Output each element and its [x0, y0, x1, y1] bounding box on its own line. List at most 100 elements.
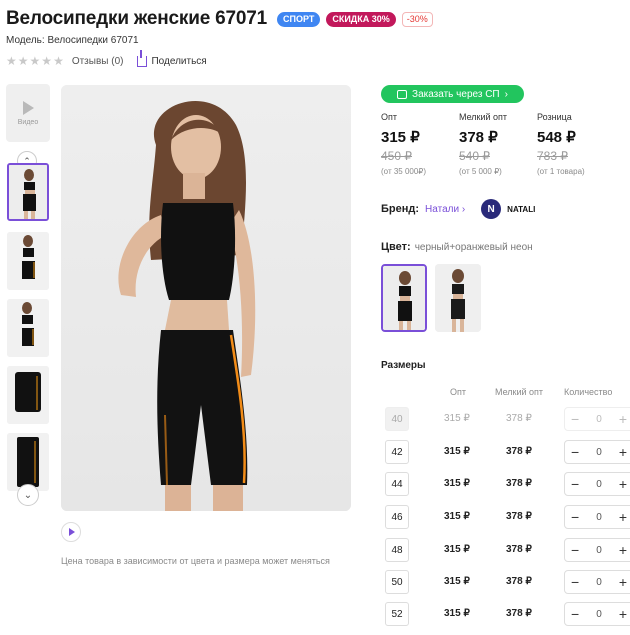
- quantity-stepper[interactable]: − 0 +: [564, 538, 630, 562]
- plus-icon[interactable]: +: [619, 542, 627, 558]
- price-small-opt: 378 ₽: [506, 413, 532, 424]
- chevron-down-icon[interactable]: ⌄: [17, 484, 39, 506]
- price-opt: 315 ₽: [444, 511, 470, 522]
- price-old: 450 ₽: [381, 149, 412, 163]
- color-row: Цвет: черный+оранжевый неон: [381, 241, 533, 253]
- main-product-photo[interactable]: [61, 85, 351, 511]
- size-button[interactable]: 48: [385, 538, 409, 562]
- plus-icon[interactable]: +: [619, 574, 627, 590]
- share-button[interactable]: Поделиться: [137, 49, 207, 67]
- price-condition: (от 5 000 ₽): [459, 167, 502, 176]
- size-row: 44 315 ₽ 378 ₽ − 0 +: [385, 472, 630, 496]
- play-video-button[interactable]: [61, 522, 81, 542]
- price-opt: 315 ₽: [444, 576, 470, 587]
- plus-icon[interactable]: +: [619, 509, 627, 525]
- play-icon: [22, 100, 34, 115]
- price-opt: 315 ₽: [444, 446, 470, 457]
- minus-icon[interactable]: −: [571, 509, 579, 525]
- swatch-image: [435, 264, 481, 332]
- minus-icon[interactable]: −: [571, 574, 579, 590]
- plus-icon[interactable]: +: [619, 444, 627, 460]
- brand-value: Натали: [425, 203, 460, 215]
- size-row: 42 315 ₽ 378 ₽ − 0 +: [385, 440, 630, 464]
- size-button[interactable]: 50: [385, 570, 409, 594]
- chevron-right-icon: ›: [504, 88, 508, 100]
- thumbnail-1[interactable]: [7, 163, 49, 221]
- brand-logo[interactable]: N: [481, 199, 502, 219]
- thumbnail-strip: Видео: [6, 84, 50, 142]
- price-label: Мелкий опт: [459, 112, 508, 122]
- plus-icon[interactable]: +: [619, 476, 627, 492]
- quantity-stepper[interactable]: − 0 +: [564, 602, 630, 626]
- order-via-sp-button[interactable]: Заказать через СП ›: [381, 85, 524, 103]
- color-swatch-1[interactable]: [381, 264, 427, 332]
- price-small-opt: 378 ₽: [506, 478, 532, 489]
- minus-icon[interactable]: −: [571, 542, 579, 558]
- rating-stars[interactable]: ★ ★ ★ ★ ★: [6, 55, 64, 67]
- minus-icon[interactable]: −: [571, 476, 579, 492]
- brand-label: Бренд:: [381, 203, 420, 215]
- price-current: 548 ₽: [537, 129, 576, 146]
- size-button[interactable]: 52: [385, 602, 409, 626]
- star-icon: ★: [6, 54, 17, 68]
- thumbnail-4[interactable]: [7, 366, 49, 424]
- price-small-opt: 378 ₽: [506, 446, 532, 457]
- title-row: Велосипедки женские 67071 СПОРТ СКИДКА 3…: [6, 8, 433, 30]
- size-row: 52 315 ₽ 378 ₽ − 0 +: [385, 602, 630, 626]
- header-quantity: Количество: [564, 387, 613, 397]
- quantity-stepper[interactable]: − 0 +: [564, 440, 630, 464]
- brand-link[interactable]: Натали ›: [425, 204, 465, 215]
- size-button[interactable]: 40: [385, 407, 409, 431]
- quantity-stepper[interactable]: − 0 +: [564, 472, 630, 496]
- sport-badge[interactable]: СПОРТ: [276, 11, 321, 27]
- minus-icon[interactable]: −: [571, 444, 579, 460]
- size-button[interactable]: 44: [385, 472, 409, 496]
- sizes-title: Размеры: [381, 360, 426, 371]
- price-note: Цена товара в зависимости от цвета и раз…: [61, 556, 330, 566]
- star-icon: ★: [17, 54, 29, 68]
- model-photo: [61, 85, 351, 511]
- star-icon: ★: [29, 54, 41, 68]
- quantity-value[interactable]: 0: [596, 545, 602, 556]
- cart-icon: [397, 89, 408, 99]
- thumbnail-2[interactable]: [7, 232, 49, 290]
- sale-badge[interactable]: СКИДКА 30%: [326, 11, 396, 27]
- video-thumbnail[interactable]: Видео: [6, 84, 50, 142]
- price-label: Опт: [381, 112, 397, 122]
- thumbnail-5[interactable]: [7, 433, 49, 491]
- quantity-stepper[interactable]: − 0 +: [564, 505, 630, 529]
- size-button[interactable]: 42: [385, 440, 409, 464]
- minus-icon[interactable]: −: [571, 606, 579, 622]
- quantity-value[interactable]: 0: [596, 609, 602, 620]
- share-label: Поделиться: [151, 55, 207, 67]
- quantity-value[interactable]: 0: [596, 512, 602, 523]
- reviews-link[interactable]: Отзывы (0): [72, 56, 124, 67]
- price-condition: (от 1 товара): [537, 167, 585, 176]
- star-icon: ★: [41, 54, 53, 68]
- quantity-value[interactable]: 0: [596, 447, 602, 458]
- quantity-stepper[interactable]: − 0 +: [564, 407, 630, 431]
- quantity-value[interactable]: 0: [596, 414, 602, 425]
- minus-icon[interactable]: −: [571, 411, 579, 427]
- video-label: Видео: [17, 118, 39, 126]
- thumbnail-image: [7, 433, 49, 491]
- order-button-label: Заказать через СП: [412, 88, 500, 100]
- thumbnail-3[interactable]: [7, 299, 49, 357]
- quantity-value[interactable]: 0: [596, 479, 602, 490]
- quantity-value[interactable]: 0: [596, 577, 602, 588]
- price-current: 315 ₽: [381, 129, 420, 146]
- price-columns: Опт 315 ₽ 450 ₽ (от 35 000₽) Мелкий опт …: [381, 112, 615, 176]
- quantity-stepper[interactable]: − 0 +: [564, 570, 630, 594]
- color-value: черный+оранжевый неон: [414, 242, 533, 253]
- price-old: 783 ₽: [537, 149, 568, 163]
- rating-row: ★ ★ ★ ★ ★ Отзывы (0) Поделиться: [6, 49, 207, 67]
- plus-icon[interactable]: +: [619, 411, 627, 427]
- product-title: Велосипедки женские 67071: [6, 8, 267, 29]
- color-swatch-2[interactable]: [435, 264, 481, 332]
- thumbnail-image: [7, 232, 49, 290]
- size-row: 48 315 ₽ 378 ₽ − 0 +: [385, 538, 630, 562]
- price-small-opt: 378 ₽: [506, 608, 532, 619]
- plus-icon[interactable]: +: [619, 606, 627, 622]
- size-button[interactable]: 46: [385, 505, 409, 529]
- price-small-opt: 378 ₽: [506, 576, 532, 587]
